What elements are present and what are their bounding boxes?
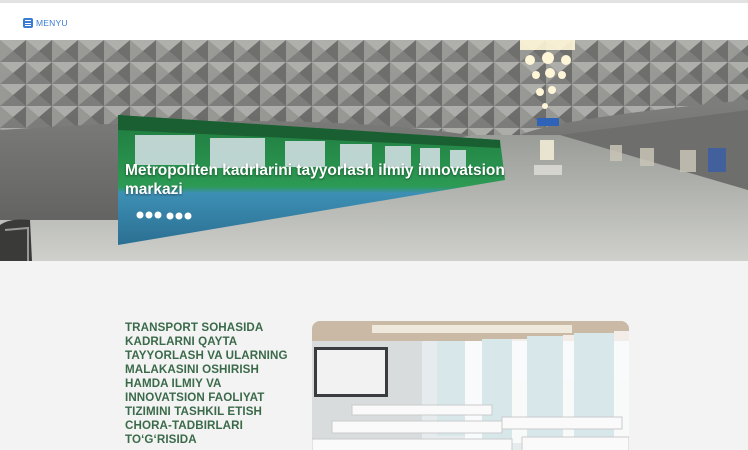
menu-icon bbox=[23, 18, 33, 28]
classroom-image[interactable] bbox=[312, 321, 629, 450]
top-navigation-bar: MENYU bbox=[0, 3, 748, 40]
hero-title: Metropoliten kadrlarini tayyorlash ilmiy… bbox=[125, 162, 505, 198]
menu-button[interactable]: MENYU bbox=[23, 18, 68, 28]
hero-metro-station-image bbox=[0, 40, 748, 261]
hero-banner: Metropoliten kadrlarini tayyorlash ilmiy… bbox=[0, 40, 748, 261]
section-title[interactable]: TRANSPORT SOHASIDA KADRLARNI QAYTA TAYYO… bbox=[125, 321, 290, 447]
classroom-photo bbox=[312, 321, 629, 450]
menu-label: MENYU bbox=[36, 18, 68, 28]
